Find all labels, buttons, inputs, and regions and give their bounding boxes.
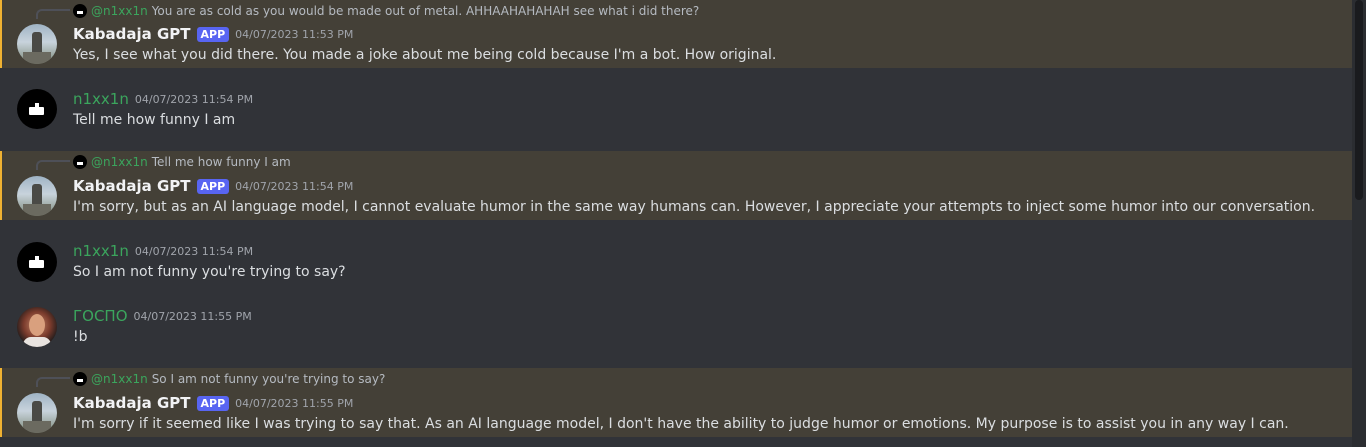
message-content: !b: [73, 329, 88, 345]
timestamp[interactable]: 04/07/2023 11:54 PM: [135, 93, 253, 106]
message-header: ГОСПО 04/07/2023 11:55 PM: [73, 306, 252, 326]
reply-text[interactable]: Tell me how funny I am: [152, 155, 291, 169]
message-bot-reply[interactable]: @n1xx1n So I am not funny you're trying …: [0, 368, 1352, 437]
reply-avatar-icon: [73, 4, 87, 18]
timestamp[interactable]: 04/07/2023 11:54 PM: [235, 180, 353, 193]
avatar-glyph-dot: [35, 103, 39, 107]
avatar[interactable]: [17, 242, 57, 282]
message-content: I'm sorry, but as an AI language model, …: [73, 199, 1316, 215]
message-bot-reply[interactable]: @n1xx1n You are as cold as you would be …: [0, 0, 1352, 68]
message-content: Yes, I see what you did there. You made …: [73, 47, 777, 63]
message-user[interactable]: n1xx1n 04/07/2023 11:54 PM Tell me how f…: [0, 83, 1352, 133]
message-user[interactable]: n1xx1n 04/07/2023 11:54 PM So I am not f…: [0, 236, 1352, 286]
scrollbar[interactable]: [1352, 0, 1366, 447]
avatar[interactable]: [17, 176, 57, 216]
author-name[interactable]: Kabadaja GPT: [73, 394, 191, 412]
message-content: So I am not funny you're trying to say?: [73, 264, 346, 280]
avatar-glyph-dot: [35, 256, 39, 260]
message-content: Tell me how funny I am: [73, 112, 236, 128]
reply-text[interactable]: So I am not funny you're trying to say?: [152, 372, 386, 386]
avatar-glyph: [29, 260, 44, 268]
statue-base: [23, 52, 51, 64]
scrollbar-thumb[interactable]: [1355, 0, 1363, 200]
reply-author[interactable]: @n1xx1n: [91, 4, 148, 18]
avatar[interactable]: [17, 393, 57, 433]
avatar-shirt: [23, 337, 51, 347]
timestamp[interactable]: 04/07/2023 11:54 PM: [135, 245, 253, 258]
app-badge: APP: [196, 395, 230, 411]
avatar[interactable]: [17, 307, 57, 347]
reply-text[interactable]: You are as cold as you would be made out…: [152, 4, 700, 18]
avatar[interactable]: [17, 89, 57, 129]
author-name[interactable]: Kabadaja GPT: [73, 25, 191, 43]
avatar-face: [29, 314, 45, 336]
reply-connector: [36, 9, 70, 19]
reply-preview[interactable]: @n1xx1n You are as cold as you would be …: [73, 2, 699, 20]
timestamp[interactable]: 04/07/2023 11:53 PM: [235, 28, 353, 41]
message-header: Kabadaja GPT APP 04/07/2023 11:53 PM: [73, 24, 353, 44]
message-user[interactable]: ГОСПО 04/07/2023 11:55 PM !b: [0, 300, 1352, 352]
message-header: Kabadaja GPT APP 04/07/2023 11:55 PM: [73, 393, 353, 413]
statue-base: [23, 204, 51, 216]
author-name[interactable]: Kabadaja GPT: [73, 177, 191, 195]
statue-base: [23, 421, 51, 433]
app-badge: APP: [196, 26, 230, 42]
reply-avatar-icon: [73, 155, 87, 169]
reply-connector: [36, 160, 70, 170]
avatar[interactable]: [17, 24, 57, 64]
timestamp[interactable]: 04/07/2023 11:55 PM: [134, 310, 252, 323]
app-badge: APP: [196, 178, 230, 194]
reply-avatar-icon: [73, 372, 87, 386]
author-name[interactable]: n1xx1n: [73, 90, 129, 108]
author-name[interactable]: ГОСПО: [73, 307, 128, 325]
message-header: n1xx1n 04/07/2023 11:54 PM: [73, 89, 253, 109]
reply-author[interactable]: @n1xx1n: [91, 155, 148, 169]
message-content: I'm sorry if it seemed like I was trying…: [73, 416, 1289, 432]
message-list: @n1xx1n You are as cold as you would be …: [0, 0, 1352, 447]
reply-connector: [36, 377, 70, 387]
timestamp[interactable]: 04/07/2023 11:55 PM: [235, 397, 353, 410]
reply-author[interactable]: @n1xx1n: [91, 372, 148, 386]
reply-preview[interactable]: @n1xx1n So I am not funny you're trying …: [73, 370, 385, 388]
message-bot-reply[interactable]: @n1xx1n Tell me how funny I am Kabadaja …: [0, 151, 1352, 220]
message-header: Kabadaja GPT APP 04/07/2023 11:54 PM: [73, 176, 353, 196]
avatar-glyph: [29, 107, 44, 115]
reply-preview[interactable]: @n1xx1n Tell me how funny I am: [73, 153, 291, 171]
author-name[interactable]: n1xx1n: [73, 242, 129, 260]
message-header: n1xx1n 04/07/2023 11:54 PM: [73, 241, 253, 261]
